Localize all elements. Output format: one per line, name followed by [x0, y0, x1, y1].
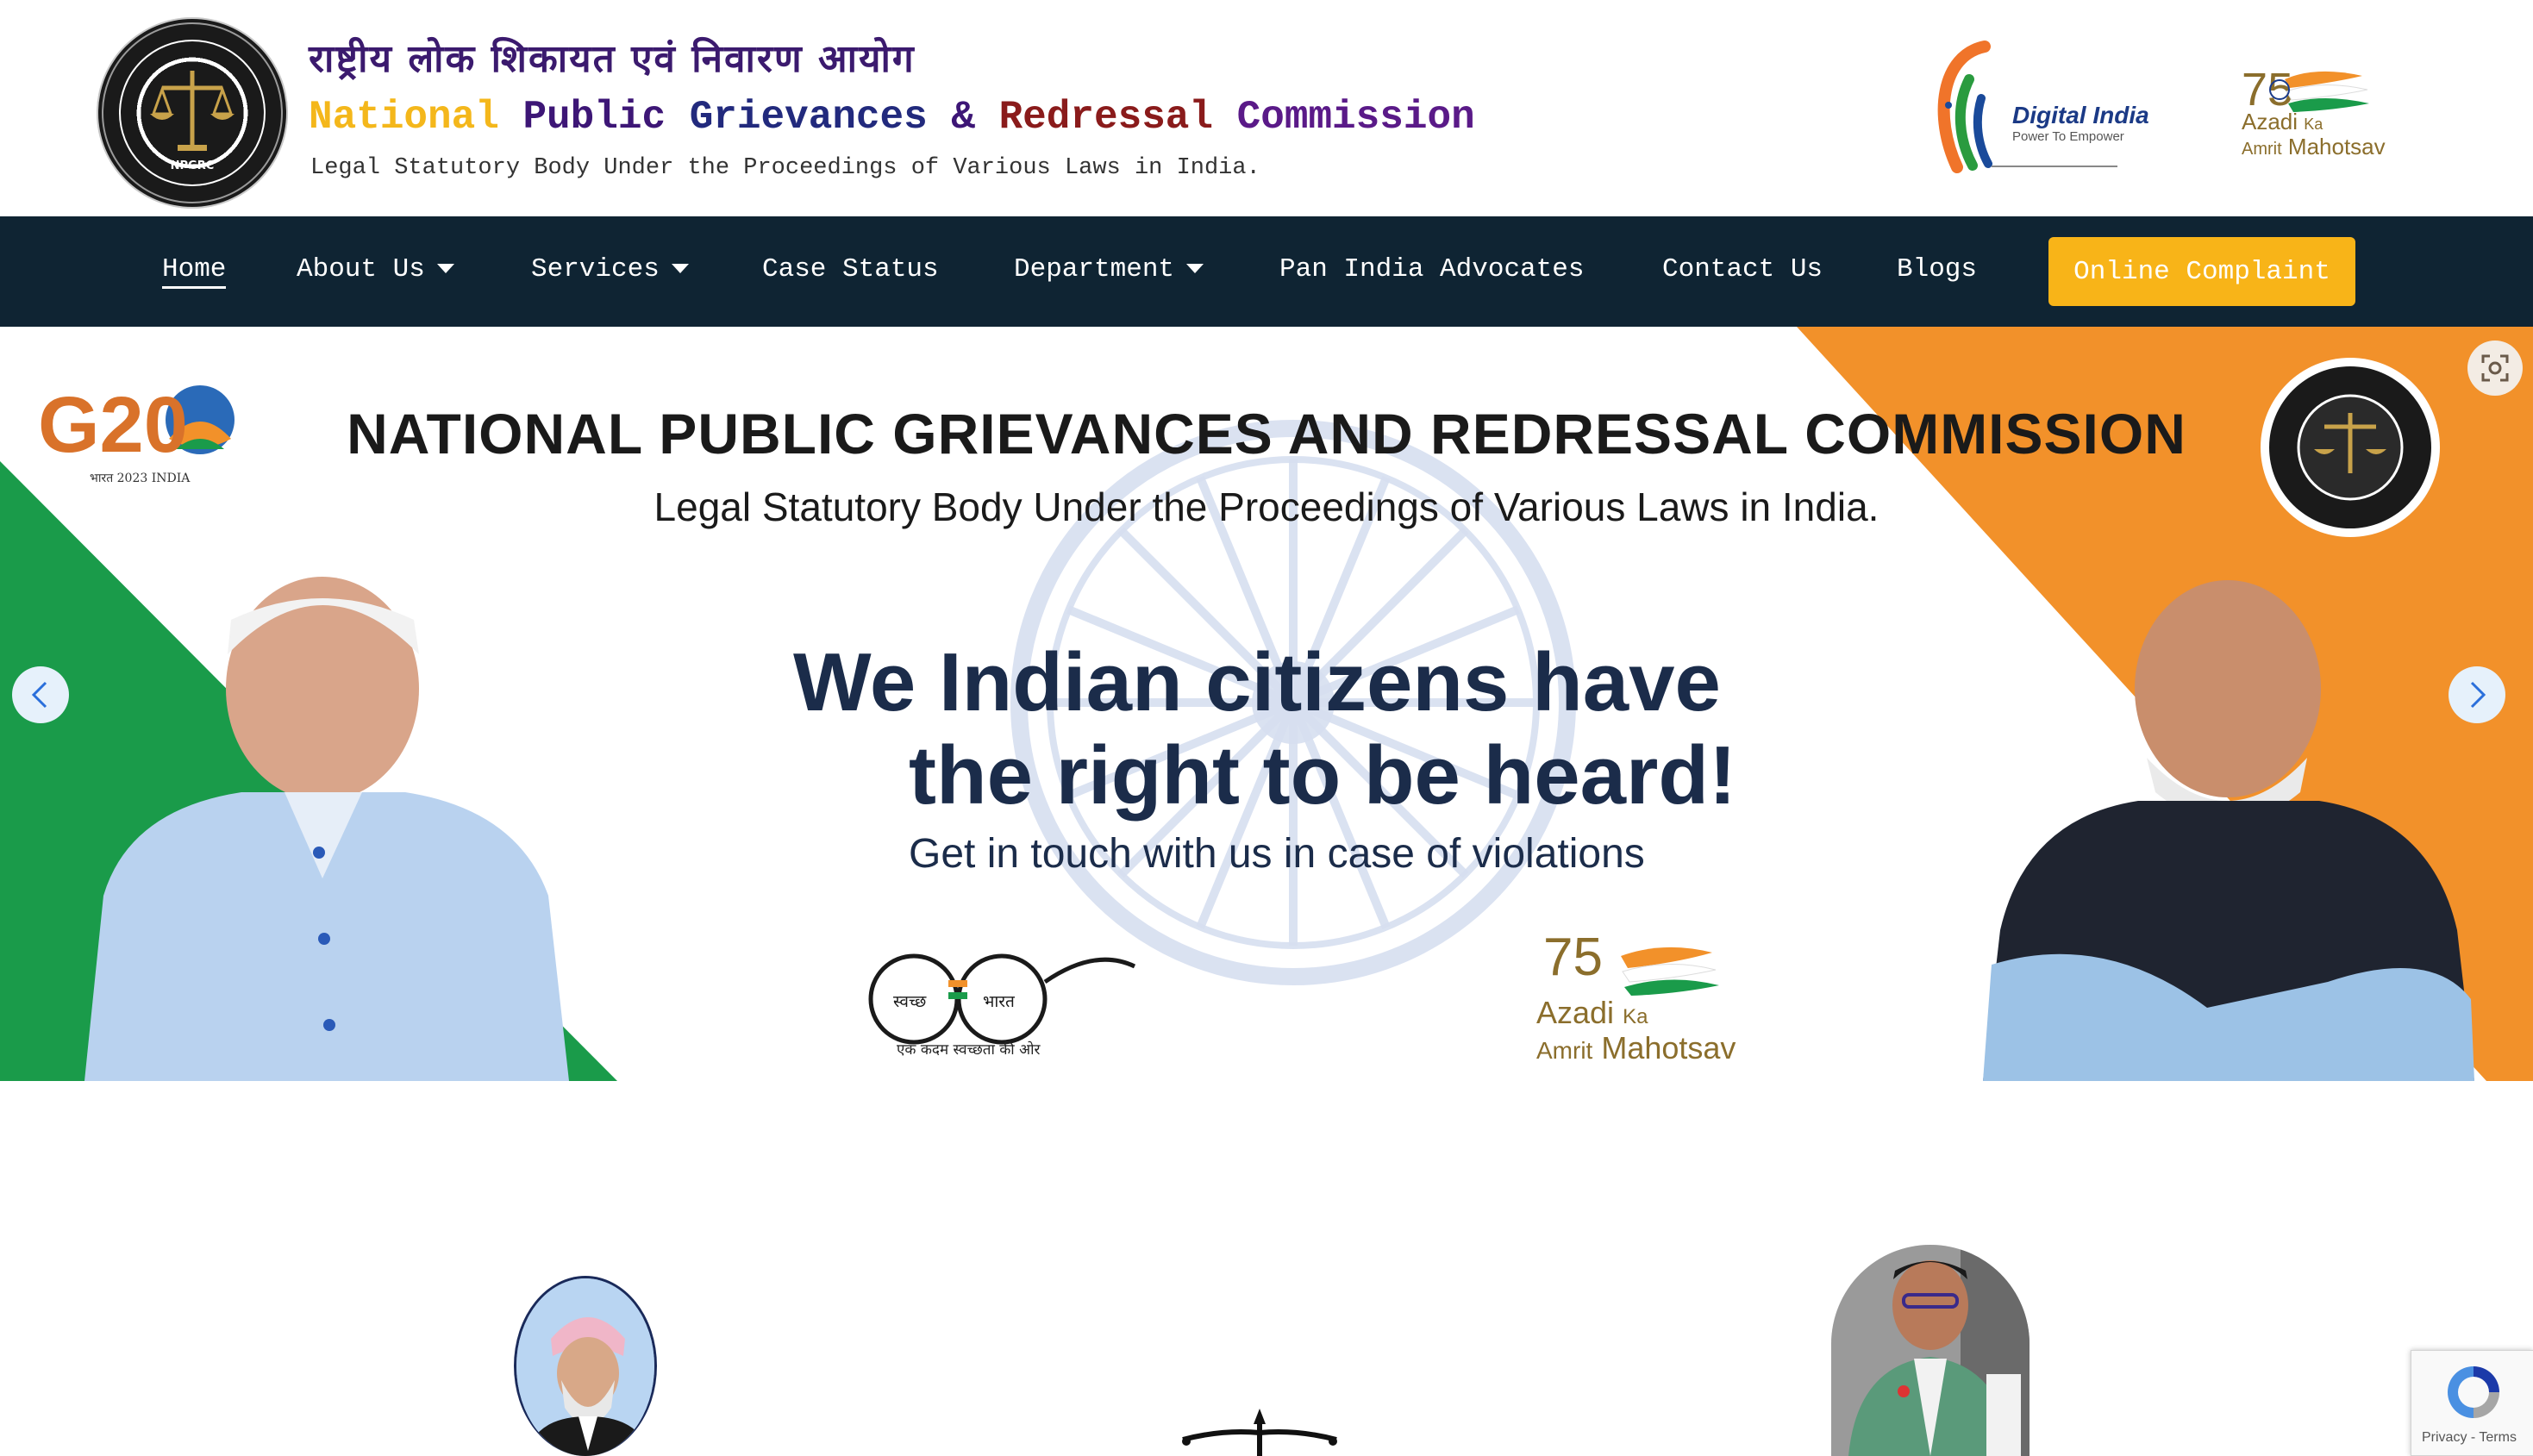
nav-label: Department — [1014, 254, 1175, 284]
aka-line1: Azadi — [2242, 109, 2298, 134]
title-word: & — [951, 95, 975, 140]
banner-cta-text: Get in touch with us in case of violatio… — [909, 831, 1645, 877]
emblem-text: NPGRC — [171, 159, 215, 172]
title-word: Commission — [1236, 95, 1475, 140]
site-title-hindi: राष्ट्रीय लोक शिकायत एवं निवारण आयोग — [309, 37, 916, 81]
nav-department[interactable]: Department — [1014, 254, 1204, 289]
banner-headline-line1: We Indian citizens have — [793, 636, 1721, 728]
swachh-caption: एक कदम स्वच्छता की ओर — [897, 1041, 1041, 1059]
nav-case-status[interactable]: Case Status — [762, 254, 939, 289]
title-word: Grievances — [689, 95, 928, 140]
banner-aka-line2: Amrit — [1536, 1037, 1593, 1064]
scan-icon — [2481, 354, 2509, 382]
nav-pan-india-advocates[interactable]: Pan India Advocates — [1279, 254, 1584, 289]
npgrc-emblem-logo[interactable]: NPGRC — [97, 17, 288, 209]
nav-services[interactable]: Services — [531, 254, 689, 289]
nav-contact-us[interactable]: Contact Us — [1662, 254, 1823, 289]
carousel-prev-button[interactable] — [12, 666, 69, 723]
site-header: NPGRC राष्ट्रीय लोक शिकायत एवं निवारण आय… — [0, 0, 2533, 216]
image-scan-button[interactable] — [2467, 341, 2523, 396]
chevron-left-icon — [31, 681, 47, 709]
banner-aka-ka: Ka — [1623, 1005, 1648, 1028]
nav-label: Case Status — [762, 254, 939, 284]
banner-subtitle: Legal Statutory Body Under the Proceedin… — [654, 484, 1879, 529]
aka-line2: Amrit — [2242, 140, 2282, 159]
digital-india-slogan: Power To Empower — [2012, 129, 2124, 144]
site-tagline: Legal Statutory Body Under the Proceedin… — [310, 155, 1260, 181]
nav-label: Blogs — [1897, 254, 1978, 284]
site-title-english: National Public Grievances & Redressal C… — [309, 95, 1475, 140]
banner-aka-line1: Azadi — [1536, 995, 1615, 1030]
aka-line3: Mahotsav — [2287, 134, 2386, 159]
banner-aka-line3: Mahotsav — [1601, 1030, 1736, 1065]
banner-azadi-text: Azadi Ka Amrit Mahotsav — [1536, 997, 1736, 1066]
digital-india-name: Digital India — [2012, 102, 2149, 128]
nav-label: About Us — [297, 254, 425, 284]
online-complaint-button[interactable]: Online Complaint — [2048, 237, 2355, 306]
main-navigation: Home About Us Services Case Status Depar… — [0, 216, 2533, 327]
nav-label: Home — [162, 254, 227, 284]
banner-headline-line2: the right to be heard! — [909, 729, 1736, 822]
banner-azadi-logo: 75 — [1543, 928, 1719, 996]
title-word: Redressal — [998, 95, 1214, 140]
nav-blogs[interactable]: Blogs — [1897, 254, 1977, 289]
azadi-text: Azadi Ka Amrit Mahotsav — [2242, 110, 2414, 160]
nav-label: Services — [531, 254, 660, 284]
nav-home[interactable]: Home — [162, 254, 227, 289]
recaptcha-badge[interactable]: Privacy - Terms — [2411, 1350, 2533, 1456]
caret-down-icon — [436, 264, 454, 274]
aka-number: 75 — [2242, 64, 2293, 116]
member-avatar-left[interactable] — [514, 1276, 657, 1456]
caret-down-icon — [671, 264, 689, 274]
recaptcha-icon — [2448, 1366, 2499, 1418]
swachh-left-text: स्वच्छ — [893, 992, 927, 1011]
digital-india-underline — [1992, 166, 2117, 167]
scales-of-justice-icon — [1182, 1409, 1337, 1456]
recaptcha-links[interactable]: Privacy - Terms — [2422, 1430, 2517, 1446]
title-word: National — [309, 95, 499, 140]
nav-label: Pan India Advocates — [1279, 254, 1585, 284]
banner-aka-number: 75 — [1543, 928, 1603, 987]
nav-label: Contact Us — [1662, 254, 1823, 284]
hero-banner-slide: 75 G20 भारत 2023 INDIA NATIONAL PUBLIC G… — [0, 327, 2533, 1081]
nav-about-us[interactable]: About Us — [297, 254, 454, 289]
chevron-right-icon — [2470, 681, 2486, 709]
aka-ka: Ka — [2304, 116, 2323, 133]
carousel-next-button[interactable] — [2449, 666, 2505, 723]
swachh-right-text: भारत — [983, 992, 1015, 1011]
banner-title: NATIONAL PUBLIC GRIEVANCES AND REDRESSAL… — [347, 402, 2186, 466]
title-word: Public — [522, 95, 666, 140]
caret-down-icon — [1186, 264, 1204, 274]
member-avatar-right[interactable] — [1831, 1245, 2030, 1456]
